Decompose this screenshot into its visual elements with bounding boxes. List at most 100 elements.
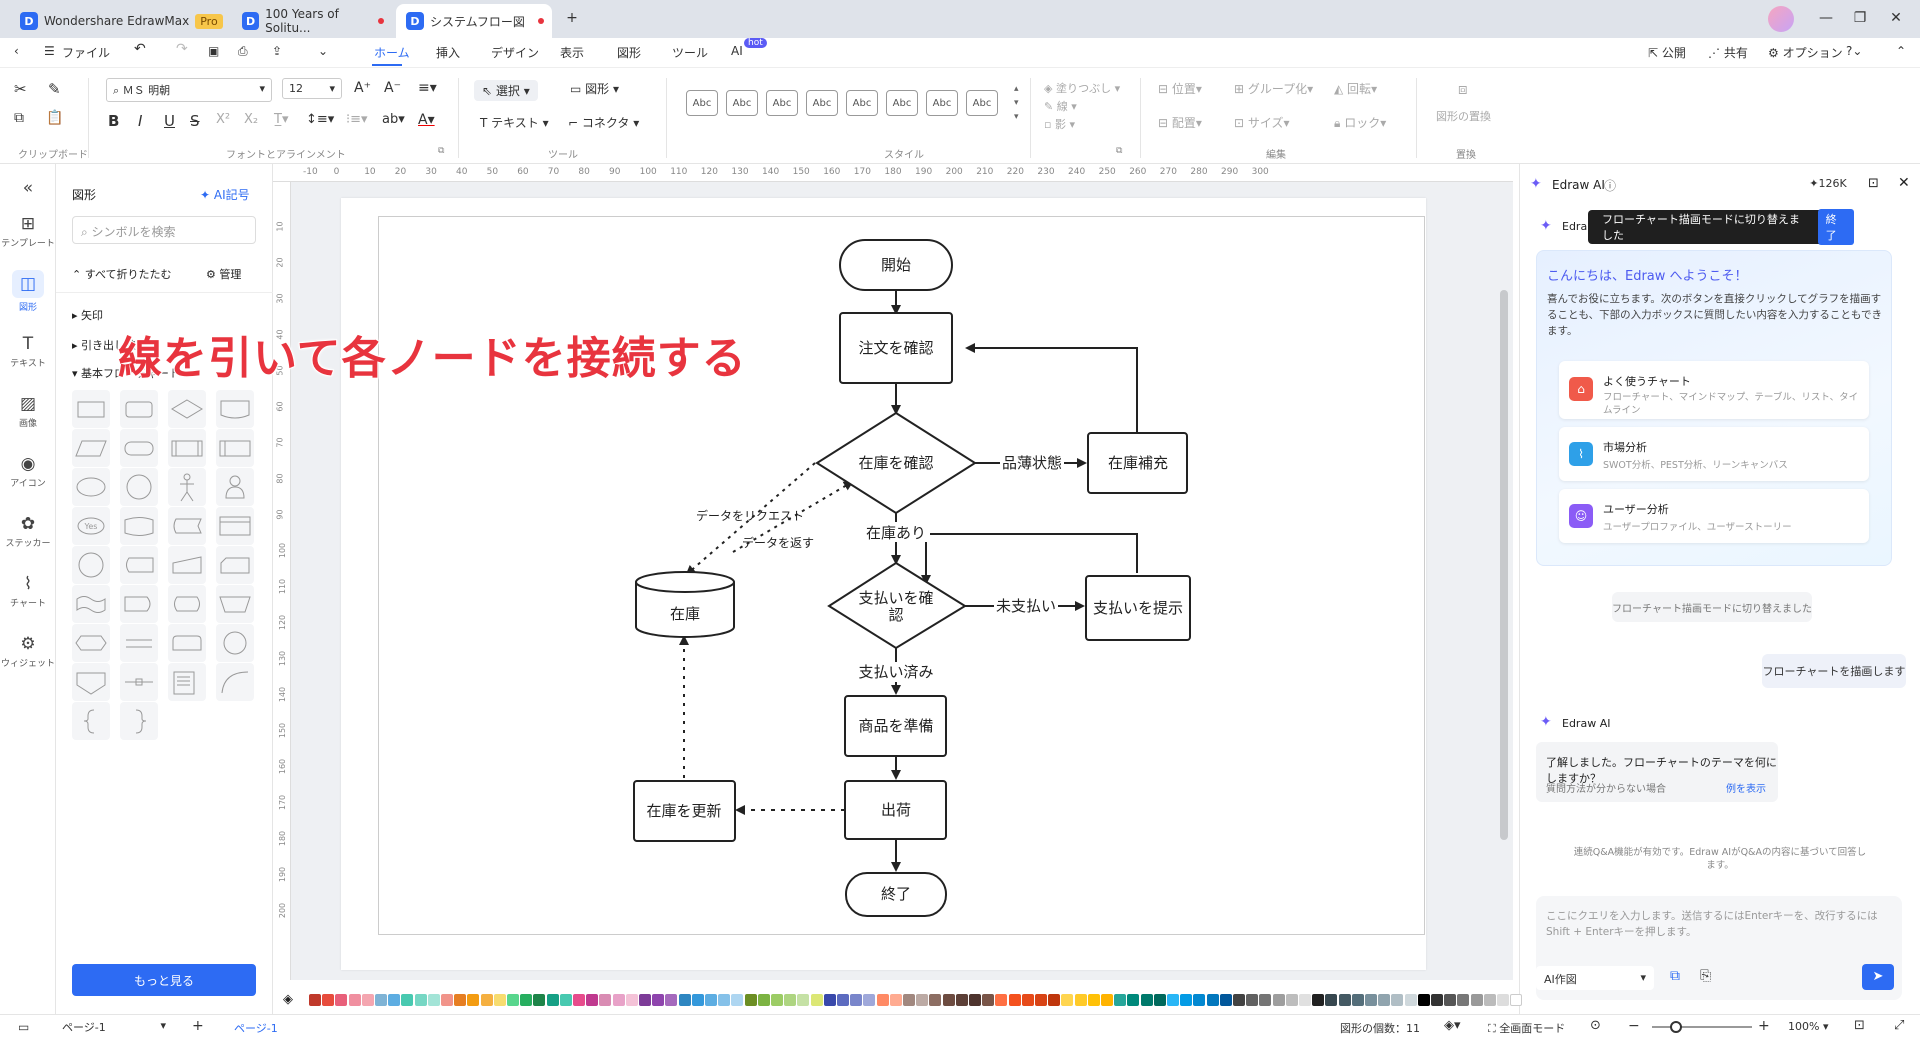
rotate-button[interactable]: ◭ 回転▾ xyxy=(1334,80,1377,97)
shape-thumbnail[interactable] xyxy=(72,702,110,740)
shape-thumbnail[interactable] xyxy=(120,546,158,584)
text-style-icon[interactable]: ab▾ xyxy=(382,112,405,127)
vertical-scrollbar[interactable] xyxy=(1500,290,1508,840)
select-tool[interactable]: ⇖ 選択 ▾ xyxy=(474,80,538,101)
show-example-link[interactable]: 例を表示 xyxy=(1726,780,1766,795)
align-icon[interactable]: ≡▾ xyxy=(418,80,437,96)
menu-tab-ai[interactable]: AI xyxy=(731,44,743,58)
shape-thumbnail[interactable] xyxy=(72,390,110,428)
color-swatch[interactable] xyxy=(850,994,863,1006)
shape-thumbnail[interactable] xyxy=(120,390,158,428)
tab-document-systemflow[interactable]: D システムフロー図 xyxy=(396,4,552,38)
color-swatch[interactable] xyxy=(771,994,783,1006)
menu-tab-shape[interactable]: 図形 xyxy=(617,44,641,61)
lock-button[interactable]: 🔒︎ ロック▾ xyxy=(1334,114,1386,131)
undo-icon[interactable]: ↶ xyxy=(134,41,146,57)
color-swatch[interactable] xyxy=(797,994,810,1006)
color-swatch[interactable] xyxy=(942,994,955,1006)
save-icon[interactable]: ▣ xyxy=(208,44,219,58)
color-swatch[interactable] xyxy=(731,994,744,1006)
nav-shapes[interactable]: ◫ 図形 xyxy=(0,270,56,313)
shape-thumbnail[interactable] xyxy=(72,468,110,506)
shape-thumbnail[interactable]: Yes xyxy=(72,507,110,545)
color-swatch[interactable] xyxy=(1351,994,1364,1006)
collapse-panel-icon[interactable]: « xyxy=(0,178,56,200)
format-painter-icon[interactable]: ✎ xyxy=(48,80,61,98)
toast-exit-button[interactable]: 終了 xyxy=(1817,209,1854,245)
send-icon[interactable]: ➤ xyxy=(1862,964,1894,990)
fill-bucket-icon[interactable]: ◈ xyxy=(283,992,293,1007)
color-swatch[interactable] xyxy=(612,994,625,1006)
shape-thumbnail[interactable] xyxy=(216,390,254,428)
color-swatch[interactable] xyxy=(1299,994,1311,1006)
print-icon[interactable]: ⎙ xyxy=(238,44,248,59)
shape-thumbnail[interactable] xyxy=(120,585,158,623)
color-swatch[interactable] xyxy=(625,994,638,1006)
close-window-icon[interactable]: ✕ xyxy=(1882,6,1910,30)
color-swatch[interactable] xyxy=(903,994,915,1006)
color-swatch[interactable] xyxy=(335,994,348,1006)
cart-icon[interactable]: ⊡ xyxy=(1868,176,1879,191)
color-swatch[interactable] xyxy=(744,994,757,1006)
style-preset[interactable]: Abc xyxy=(886,90,918,116)
color-swatch[interactable] xyxy=(1417,994,1430,1006)
underline-icon[interactable]: U xyxy=(164,112,175,130)
connector-restock-order[interactable] xyxy=(965,343,1138,433)
align-button[interactable]: ⊟ 配置▾ xyxy=(1158,114,1202,131)
style-preset[interactable]: Abc xyxy=(726,90,758,116)
color-swatch[interactable] xyxy=(1127,994,1140,1006)
expand-icon[interactable]: ⤢ xyxy=(1894,1018,1904,1033)
color-swatch[interactable] xyxy=(1431,994,1443,1006)
tab-document-solitude[interactable]: D 100 Years of Solitu... xyxy=(232,4,392,38)
token-counter[interactable]: ✦ 126K xyxy=(1798,172,1858,194)
style-preset[interactable]: Abc xyxy=(966,90,998,116)
menu-tab-tools[interactable]: ツール xyxy=(672,44,708,61)
color-swatch[interactable] xyxy=(1101,994,1113,1006)
minimize-icon[interactable]: — xyxy=(1812,6,1840,30)
style-preset[interactable]: Abc xyxy=(846,90,878,116)
zoom-level[interactable]: 100% ▾ xyxy=(1788,1020,1828,1033)
color-swatch[interactable] xyxy=(1048,994,1061,1006)
shape-thumbnail[interactable] xyxy=(120,624,158,662)
shape-thumbnail[interactable] xyxy=(72,585,110,623)
color-swatch[interactable] xyxy=(507,994,519,1006)
color-swatch[interactable] xyxy=(375,994,387,1006)
shape-thumbnail[interactable] xyxy=(168,624,206,662)
color-swatch[interactable] xyxy=(1404,994,1417,1006)
ai-mode-select[interactable]: AI作図 ▾ xyxy=(1536,966,1654,990)
group-button[interactable]: ⊞ グループ化▾ xyxy=(1234,80,1313,97)
shape-thumbnail[interactable] xyxy=(168,468,206,506)
color-swatch[interactable] xyxy=(1180,994,1193,1006)
color-swatch[interactable] xyxy=(691,994,704,1006)
color-swatch[interactable] xyxy=(1233,994,1245,1006)
ai-symbol-link[interactable]: ✦ AI記号 xyxy=(200,186,250,203)
increase-font-icon[interactable]: A⁺ xyxy=(354,80,371,96)
close-panel-icon[interactable]: ✕ xyxy=(1898,175,1910,191)
color-swatch[interactable] xyxy=(1510,994,1523,1006)
shape-thumbnail[interactable] xyxy=(72,663,110,701)
shape-thumbnail[interactable] xyxy=(168,429,206,467)
color-swatch[interactable] xyxy=(1470,994,1483,1006)
shape-thumbnail[interactable] xyxy=(120,663,158,701)
color-swatch[interactable] xyxy=(1167,994,1179,1006)
shape-thumbnail[interactable] xyxy=(72,546,110,584)
color-swatch[interactable] xyxy=(1391,994,1404,1006)
line-spacing-icon[interactable]: ↕≡▾ xyxy=(306,112,334,127)
nav-icon[interactable]: ◉ アイコン xyxy=(0,454,56,489)
color-swatch[interactable] xyxy=(1219,994,1232,1006)
menu-tab-view[interactable]: 表示 xyxy=(560,44,584,61)
help-icon[interactable]: ?⌄ xyxy=(1846,44,1862,58)
color-swatch[interactable] xyxy=(1206,994,1219,1006)
style-preset[interactable]: Abc xyxy=(766,90,798,116)
bold-icon[interactable]: B xyxy=(108,112,119,130)
shape-thumbnail[interactable] xyxy=(216,585,254,623)
color-swatch[interactable] xyxy=(982,994,995,1006)
color-swatch[interactable] xyxy=(969,994,981,1006)
nav-sticker[interactable]: ✿ ステッカー xyxy=(0,514,56,549)
subscript-icon[interactable]: X₂ xyxy=(244,112,258,127)
color-swatch[interactable] xyxy=(1497,994,1509,1006)
color-swatch[interactable] xyxy=(559,994,572,1006)
color-swatch[interactable] xyxy=(493,994,506,1006)
card-user-analysis[interactable]: ☺ ユーザー分析 ユーザープロファイル、ユーザーストーリー xyxy=(1559,489,1869,543)
play-icon[interactable]: ⊙ xyxy=(1590,1018,1601,1033)
